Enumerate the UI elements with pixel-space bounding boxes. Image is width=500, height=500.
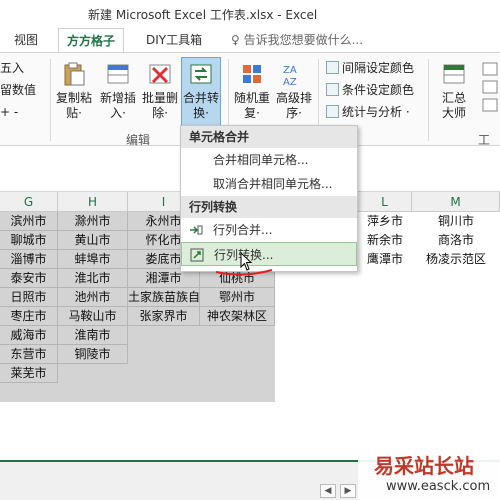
table-cell[interactable]: 蚌埠市 xyxy=(58,250,128,269)
merge-convert-menu: 单元格合并 合并相同单元格... 取消合并相同单元格... 行列转换 行列合并.… xyxy=(180,125,358,272)
column-header-m[interactable]: M xyxy=(412,192,500,212)
group-separator xyxy=(50,59,51,141)
condition-color-icon xyxy=(326,83,339,96)
watermark-title: 易采站长站 xyxy=(374,454,474,478)
stats-icon xyxy=(326,105,339,118)
table-cell[interactable]: 淄博市 xyxy=(0,250,58,269)
column-header-l[interactable]: L xyxy=(358,192,412,212)
table-cell[interactable]: 莱芜市 xyxy=(0,364,58,383)
tab-view[interactable]: 视图 xyxy=(14,31,38,48)
advanced-sort-button[interactable]: ZA AZ 高级排 序· xyxy=(274,61,314,121)
rowcol-convert-icon xyxy=(190,248,204,262)
merge-convert-button[interactable]: 合并转 换· xyxy=(181,57,221,129)
window-title: 新建 Microsoft Excel 工作表.xlsx - Excel xyxy=(88,8,318,22)
table-cell[interactable]: 神农架林区 xyxy=(200,307,275,326)
table-cell[interactable]: 马鞍山市 xyxy=(58,307,128,326)
table-cell[interactable]: 土家族苗族自 xyxy=(128,288,200,307)
condition-color-item[interactable]: 条件设定颜色 xyxy=(326,79,414,101)
left-partial-group: 五入 留数值 + - xyxy=(0,57,36,123)
table-cell[interactable]: 铜川市 xyxy=(412,212,500,231)
insert-icon xyxy=(107,64,129,84)
toolbar-icons xyxy=(482,62,498,112)
summary-master-button[interactable]: 汇总 大师 xyxy=(434,61,474,121)
ribbon-tabs: 视图 方方格子 DIY工具箱 ♀ 告诉我您想要做什么... xyxy=(0,26,500,52)
batch-delete-button[interactable]: 批量删 除· xyxy=(140,61,180,121)
svg-text:AZ: AZ xyxy=(283,77,297,87)
table-cell[interactable]: 淮北市 xyxy=(58,269,128,288)
svg-text:ZA: ZA xyxy=(283,65,297,76)
summary-icon xyxy=(443,64,465,84)
interval-color-item[interactable]: 间隔设定颜色 xyxy=(326,57,414,79)
color-tools-group: 间隔设定颜色 条件设定颜色 统计与分析 · xyxy=(326,57,414,123)
menu-rowcol-convert[interactable]: 行列转换... xyxy=(181,242,357,266)
table-cell[interactable]: 滨州市 xyxy=(0,212,58,231)
extra-tool-icon[interactable] xyxy=(480,61,500,119)
table-cell[interactable]: 池州市 xyxy=(58,288,128,307)
table-cell[interactable]: 东营市 xyxy=(0,345,58,364)
table-cell[interactable]: 杨凌示范区 xyxy=(412,250,500,269)
menu-rowcol-merge[interactable]: 行列合并... xyxy=(181,218,357,242)
table-cell[interactable]: 聊城市 xyxy=(0,231,58,250)
tab-diy-toolbox[interactable]: DIY工具箱 xyxy=(146,31,202,48)
group-separator xyxy=(428,59,429,141)
keep-value-label[interactable]: 留数值 xyxy=(0,79,36,101)
column-header-g[interactable]: G xyxy=(0,192,58,212)
scroll-left-button[interactable]: ◀ xyxy=(320,484,336,498)
title-bar: 新建 Microsoft Excel 工作表.xlsx - Excel xyxy=(0,0,500,26)
column-header-h[interactable]: H xyxy=(58,192,128,212)
clipboard-icon xyxy=(64,62,85,86)
table-cell[interactable]: 淮南市 xyxy=(58,326,128,345)
watermark: 易采站长站 www.easck.com xyxy=(358,446,500,500)
watermark-url: www.easck.com xyxy=(386,479,491,494)
table-cell[interactable]: 鄂州市 xyxy=(200,288,275,307)
mouse-cursor-icon xyxy=(240,252,253,271)
sort-icon: ZAAZ xyxy=(283,65,297,87)
random-icon xyxy=(243,65,261,83)
round-label[interactable]: 五入 xyxy=(0,57,36,79)
table-cell[interactable]: 张家界市 xyxy=(128,307,200,326)
menu-unmerge-same-cells[interactable]: 取消合并相同单元格... xyxy=(181,172,357,196)
table-cell[interactable]: 铜陵市 xyxy=(58,345,128,364)
interval-color-icon xyxy=(326,61,339,74)
table-cell[interactable]: 枣庄市 xyxy=(0,307,58,326)
table-cell[interactable]: 日照市 xyxy=(0,288,58,307)
table-cell[interactable]: 黄山市 xyxy=(58,231,128,250)
table-cell[interactable]: 萍乡市 xyxy=(358,212,412,231)
table-cell[interactable]: 商洛市 xyxy=(412,231,500,250)
copy-paste-button[interactable]: 复制粘 贴· xyxy=(54,61,94,121)
table-cell[interactable]: 新余市 xyxy=(358,231,412,250)
plus-minus-label[interactable]: + - xyxy=(0,101,36,123)
merge-convert-icon xyxy=(190,64,212,84)
menu-header-rowcol: 行列转换 xyxy=(181,196,357,218)
table-cell[interactable]: 滁州市 xyxy=(58,212,128,231)
insert-button[interactable]: 新增插 入· xyxy=(98,61,138,121)
rowcol-merge-icon xyxy=(190,225,203,235)
scroll-right-button[interactable]: ▶ xyxy=(340,484,356,498)
tab-fangfang[interactable]: 方方格子 xyxy=(58,28,125,52)
lightbulb-icon: ♀ xyxy=(231,33,244,47)
menu-header-merge: 单元格合并 xyxy=(181,126,357,148)
tell-me-box[interactable]: ♀ 告诉我您想要做什么... xyxy=(231,31,363,48)
table-cell[interactable]: 鹰潭市 xyxy=(358,250,412,269)
random-repeat-button[interactable]: 随机重 复· xyxy=(232,61,272,121)
delete-icon xyxy=(149,64,171,84)
table-cell[interactable]: 泰安市 xyxy=(0,269,58,288)
menu-merge-same-cells[interactable]: 合并相同单元格... xyxy=(181,148,357,172)
table-cell[interactable]: 威海市 xyxy=(0,326,58,345)
stats-analysis-item[interactable]: 统计与分析 · xyxy=(326,101,414,123)
